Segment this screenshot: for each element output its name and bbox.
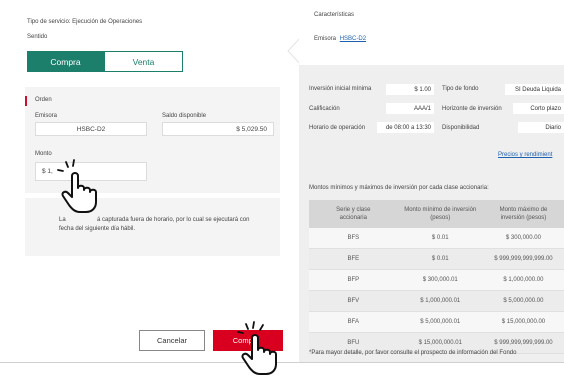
- tab-venta[interactable]: Venta: [104, 51, 183, 72]
- notice-text: á capturada fuera de horario, por lo cua…: [97, 217, 250, 223]
- amount-value: $ 1,: [42, 168, 53, 175]
- order-panel: Tipo de servicio: Ejecución de Operacion…: [0, 0, 286, 362]
- max-cell: $ 999,999,999,999.00: [482, 248, 564, 270]
- table-row: BFA $ 5,000,000.01 $ 15,000,000.00: [309, 311, 564, 333]
- hours-value: de 08:00 a 13:30: [377, 122, 434, 133]
- series-cell: BFS: [309, 228, 398, 249]
- balance-field: $ 5,029.50: [162, 122, 274, 136]
- characteristics-label: Características: [314, 12, 355, 18]
- header-min: Monto mínimo de inversión (pesos): [397, 200, 483, 228]
- fund-info-panel: Características Emisora HSBC-D2 Inversió…: [299, 0, 564, 362]
- series-cell: BFE: [309, 248, 398, 270]
- table-row: BFP $ 300,000.01 $ 1,000,000.00: [309, 269, 564, 291]
- max-cell: $ 1,000,000.00: [482, 269, 564, 291]
- availability-value: Diario: [518, 122, 564, 133]
- horizon-label: Horizonte de inversión: [442, 106, 502, 112]
- min-cell: $ 0.01: [397, 248, 483, 270]
- rating-label: Calificación: [309, 106, 340, 112]
- section-marker: [25, 96, 27, 106]
- issuer-field: HSBC-D2: [35, 122, 147, 136]
- availability-label: Disponibilidad: [442, 125, 480, 131]
- cancel-button[interactable]: Cancelar: [139, 330, 205, 351]
- table-row: BFE $ 0.01 $ 999,999,999,999.00: [309, 248, 564, 270]
- tab-compra[interactable]: Compra: [27, 51, 104, 72]
- min-cell: $ 5,000,000.01: [397, 311, 483, 333]
- fund-issuer-label: Emisora: [314, 36, 337, 42]
- max-cell: $ 300,000.00: [482, 228, 564, 249]
- table-row: BFS $ 0.01 $ 300,000.00: [309, 228, 564, 249]
- fund-info-header: Características Emisora HSBC-D2: [299, 0, 564, 65]
- footnote: *Para mayor detalle, por favor consulte …: [309, 350, 517, 356]
- hand-pointer-icon: [57, 159, 97, 213]
- balance-value: $ 5,029.50: [236, 125, 267, 133]
- max-cell: $ 5,000,000.00: [482, 290, 564, 312]
- min-investment-label: Inversión inicial mínima: [309, 86, 372, 92]
- issuer-value: HSBC-D2: [76, 125, 106, 133]
- rating-value: AAA/1: [386, 103, 434, 114]
- min-cell: $ 300,000.01: [397, 269, 483, 291]
- table-caption: Montos mínimos y máximos de inversión po…: [309, 185, 489, 191]
- fund-type-label: Tipo de fondo: [442, 86, 479, 92]
- issuer-label: Emisora: [35, 113, 58, 119]
- hours-label: Horario de operación: [309, 125, 366, 131]
- notice-text-line2: fecha del siguiente día hábil.: [59, 226, 136, 232]
- series-cell: BFA: [309, 311, 398, 333]
- max-cell: $ 15,000,000.00: [482, 311, 564, 333]
- service-type-label: Tipo de servicio: Ejecución de Operacion…: [27, 19, 143, 25]
- fund-issuer-row: Emisora HSBC-D2: [314, 36, 366, 42]
- prices-link[interactable]: Precios y rendimient: [498, 152, 552, 158]
- header-series: Serie y clase accionaria: [309, 200, 398, 228]
- fund-type-value: SI Deuda Liquida: [505, 84, 564, 95]
- investment-limits-table: Serie y clase accionaria Monto mínimo de…: [309, 200, 564, 354]
- section-title: Orden: [35, 97, 52, 103]
- min-cell: $ 0.01: [397, 228, 483, 249]
- table-header-row: Serie y clase accionaria Monto mínimo de…: [309, 200, 564, 228]
- balance-label: Saldo disponible: [162, 113, 207, 119]
- notice-prefix: La: [59, 217, 66, 223]
- table-row: BFV $ 1,000,000.01 $ 5,000,000.00: [309, 290, 564, 312]
- amount-label: Monto: [35, 151, 52, 157]
- direction-label: Sentido: [27, 34, 48, 40]
- fund-issuer-link[interactable]: HSBC-D2: [340, 36, 366, 42]
- series-cell: BFP: [309, 269, 398, 291]
- min-cell: $ 1,000,000.01: [397, 290, 483, 312]
- hand-pointer-icon: [237, 321, 277, 375]
- min-investment-value: $ 1.00: [386, 84, 434, 95]
- header-max: Monto máximo de inversión (pesos): [482, 200, 564, 228]
- horizon-value: Corto plazo: [513, 103, 564, 114]
- series-cell: BFV: [309, 290, 398, 312]
